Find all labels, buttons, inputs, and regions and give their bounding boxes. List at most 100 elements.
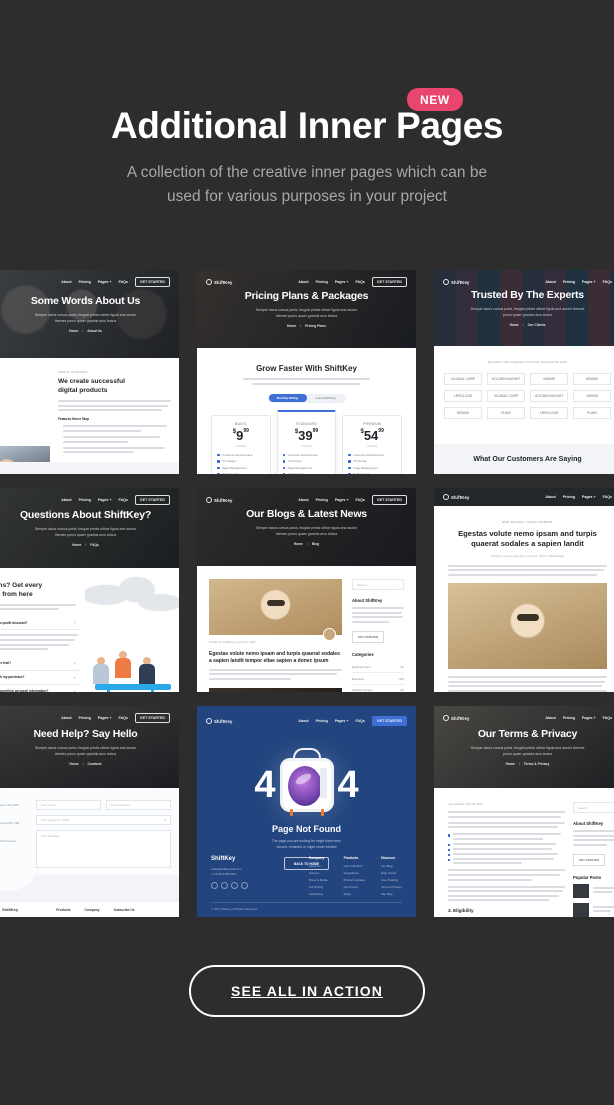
blog-post-card[interactable]: Posted by ShiftKey on April 11, 2021 Ege… xyxy=(209,579,342,688)
breadcrumb-home[interactable]: Home xyxy=(506,762,515,766)
footer-link[interactable]: Our Pricing xyxy=(309,885,328,889)
faq-accordion-item[interactable]: What can I do with my purchase? + xyxy=(0,671,80,685)
thumbnail-blog[interactable]: ShiftKey About Pricing Pages + FAQs GET … xyxy=(197,488,416,692)
see-all-in-action-button[interactable]: SEE ALL IN ACTION xyxy=(189,965,425,1017)
nav-item-faqs[interactable]: FAQs xyxy=(603,716,612,720)
nav-item-faqs[interactable]: FAQs xyxy=(356,280,365,284)
message-textarea[interactable]: Your Message xyxy=(36,830,171,868)
post-title[interactable]: Egestas volute nemo ipsam and turpis qua… xyxy=(209,651,342,665)
footer-link[interactable]: About Us xyxy=(309,864,328,868)
billing-monthly[interactable]: Monthly Billing xyxy=(268,394,307,403)
linkedin-icon[interactable] xyxy=(231,882,238,890)
footer-col-products[interactable]: Products xyxy=(56,908,70,912)
footer-link[interactable]: Careers xyxy=(309,871,328,875)
footer-link[interactable]: Terms & Privacy xyxy=(381,885,402,889)
nav-item-faqs[interactable]: FAQs xyxy=(356,498,365,502)
nav-item-about[interactable]: About xyxy=(61,280,71,284)
popular-post-row[interactable] xyxy=(573,884,614,899)
faq-accordion-item[interactable]: Do you have a free trial? + xyxy=(0,657,80,671)
footer-link[interactable]: Integrations xyxy=(344,871,366,875)
footer-link[interactable]: Press & Media xyxy=(309,878,328,882)
thumbnail-faq[interactable]: About Pricing Pages + FAQs GET STARTED Q… xyxy=(0,488,179,692)
sidebar-search-input[interactable]: Search ⌕ xyxy=(573,802,614,813)
nav-item-pricing[interactable]: Pricing xyxy=(79,716,91,720)
breadcrumb-home[interactable]: Home xyxy=(510,323,519,327)
post-image[interactable] xyxy=(209,688,342,692)
footer-link[interactable]: Site Map xyxy=(381,892,402,896)
footer-link[interactable]: Live Chatting xyxy=(381,878,402,882)
pricing-card-standard[interactable]: STANDARD $3999 monthly Customer Developm… xyxy=(276,409,337,474)
nav-item-faqs[interactable]: FAQs xyxy=(603,495,612,499)
nav-item-faqs[interactable]: FAQs xyxy=(603,280,612,284)
footer-link[interactable]: Advertising xyxy=(309,892,328,896)
footer-link[interactable]: Help Center xyxy=(381,871,402,875)
billing-annual[interactable]: Annual Billing xyxy=(307,394,345,402)
faq-accordion-item[interactable]: Is it possible or cancelling personal in… xyxy=(0,685,80,692)
brand-logo[interactable]: ShiftKey xyxy=(206,718,233,724)
brand-logo[interactable]: ShiftKey xyxy=(206,497,233,503)
nav-item-pages[interactable]: Pages + xyxy=(98,280,112,284)
breadcrumb-home[interactable]: Home xyxy=(72,543,81,547)
nav-item-faqs[interactable]: FAQs xyxy=(119,280,128,284)
breadcrumb-home[interactable]: Home xyxy=(69,762,78,766)
brand-logo[interactable]: ShiftKey xyxy=(443,279,470,285)
thumbnail-blog-single[interactable]: ShiftKey About Pricing Pages + FAQs WEB … xyxy=(434,488,614,692)
brand-logo[interactable]: ShiftKey xyxy=(443,715,470,721)
sidebar-search-input[interactable]: Search ⌕ xyxy=(352,579,404,590)
nav-item-pricing[interactable]: Pricing xyxy=(563,495,575,499)
nav-item-pricing[interactable]: Pricing xyxy=(316,498,328,502)
footer-col-subscribe[interactable]: Subscribe Us xyxy=(114,908,135,912)
breadcrumb-home[interactable]: Home xyxy=(294,542,303,546)
popular-post-row[interactable] xyxy=(573,903,614,917)
nav-item-faqs[interactable]: FAQs xyxy=(119,716,128,720)
nav-item-about[interactable]: About xyxy=(545,495,555,499)
nav-item-about[interactable]: About xyxy=(298,498,308,502)
footer-link[interactable]: How It Works? xyxy=(344,864,366,868)
breadcrumb-home[interactable]: Home xyxy=(69,329,78,333)
category-row[interactable]: Business (18) xyxy=(352,673,404,685)
email-input[interactable]: Email Address* xyxy=(106,800,171,810)
nav-cta-button[interactable]: GET STARTED xyxy=(134,277,170,287)
name-input[interactable]: Your Name* xyxy=(36,800,101,810)
nav-item-pricing[interactable]: Pricing xyxy=(79,498,91,502)
pricing-card-basic[interactable]: BASIC $999 monthly Customer Development … xyxy=(211,414,271,474)
nav-cta-button[interactable]: GET STARTED xyxy=(371,277,407,287)
social-links[interactable] xyxy=(211,882,248,890)
nav-cta-button[interactable]: GET STARTED xyxy=(134,713,170,723)
nav-item-about[interactable]: About xyxy=(298,280,308,284)
category-row[interactable]: Entertainment (5) xyxy=(352,661,404,674)
nav-cta-button[interactable]: GET STARTED xyxy=(134,495,170,505)
thumbnail-terms[interactable]: ShiftKey About Pricing Pages + FAQs Our … xyxy=(434,706,614,917)
nav-item-pages[interactable]: Pages + xyxy=(335,719,349,723)
footer-link[interactable]: FAQs xyxy=(344,892,366,896)
nav-item-about[interactable]: About xyxy=(545,280,555,284)
subject-select[interactable]: The question or detail ▾ xyxy=(36,815,171,825)
nav-item-pages[interactable]: Pages + xyxy=(582,280,596,284)
nav-item-pricing[interactable]: Pricing xyxy=(316,719,328,723)
footer-link[interactable]: Our Blog xyxy=(381,864,402,868)
nav-item-about[interactable]: About xyxy=(545,716,555,720)
twitter-icon[interactable] xyxy=(221,882,228,890)
sidebar-cta-button[interactable]: GET STARTED xyxy=(573,854,606,867)
nav-item-faqs[interactable]: FAQs xyxy=(119,498,128,502)
nav-item-faqs[interactable]: FAQs xyxy=(356,719,365,723)
brand-logo[interactable]: ShiftKey xyxy=(206,279,233,285)
footer-link[interactable]: Our Pricing xyxy=(344,885,366,889)
thumbnail-about[interactable]: About Pricing Pages + FAQs GET STARTED S… xyxy=(0,270,179,474)
nav-item-pages[interactable]: Pages + xyxy=(98,498,112,502)
nav-item-about[interactable]: About xyxy=(298,719,308,723)
facebook-icon[interactable] xyxy=(211,882,218,890)
nav-item-pricing[interactable]: Pricing xyxy=(563,280,575,284)
sidebar-cta-button[interactable]: GET STARTED xyxy=(352,631,385,644)
breadcrumb-home[interactable]: Home xyxy=(287,324,296,328)
nav-item-pages[interactable]: Pages + xyxy=(582,716,596,720)
search-icon[interactable]: ⌕ xyxy=(397,583,399,587)
nav-item-about[interactable]: About xyxy=(61,716,71,720)
nav-item-pricing[interactable]: Pricing xyxy=(316,280,328,284)
thumbnail-404[interactable]: ShiftKey About Pricing Pages + FAQs GET … xyxy=(197,706,416,917)
thumbnail-pricing[interactable]: ShiftKey About Pricing Pages + FAQs GET … xyxy=(197,270,416,474)
nav-item-pages[interactable]: Pages + xyxy=(335,280,349,284)
category-row[interactable]: Graphic Design (6) xyxy=(352,685,404,692)
footer-phone[interactable]: +1 (123) 8765-4321 xyxy=(211,872,248,877)
footer-col-company[interactable]: Company xyxy=(85,908,100,912)
